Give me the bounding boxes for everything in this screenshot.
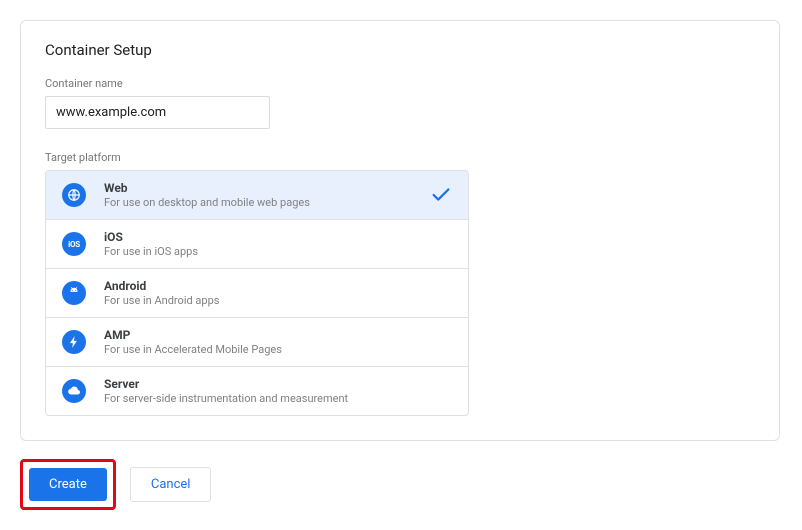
android-icon [62, 281, 86, 305]
target-platform-label: Target platform [45, 151, 755, 164]
platform-name: iOS [104, 230, 452, 244]
platform-desc: For use in iOS apps [104, 245, 452, 258]
container-setup-card: Container Setup Container name Target pl… [20, 20, 780, 441]
platform-option-android[interactable]: Android For use in Android apps [46, 268, 468, 317]
platform-name: Web [104, 181, 430, 195]
platform-desc: For use in Accelerated Mobile Pages [104, 343, 452, 356]
checkmark-icon [430, 184, 452, 206]
platform-desc: For use on desktop and mobile web pages [104, 196, 430, 209]
page-title: Container Setup [45, 41, 755, 59]
ios-icon: iOS [62, 232, 86, 256]
platform-desc: For server-side instrumentation and meas… [104, 392, 452, 405]
platform-option-web[interactable]: Web For use on desktop and mobile web pa… [46, 171, 468, 219]
create-button[interactable]: Create [29, 468, 107, 501]
platform-desc: For use in Android apps [104, 294, 452, 307]
container-name-label: Container name [45, 77, 755, 90]
platform-option-server[interactable]: Server For server-side instrumentation a… [46, 366, 468, 415]
container-name-input[interactable] [45, 96, 270, 129]
footer-actions: Create Cancel [20, 459, 782, 510]
create-button-highlight: Create [20, 459, 116, 510]
platform-list: Web For use on desktop and mobile web pa… [45, 170, 469, 416]
platform-name: Server [104, 377, 452, 391]
platform-name: AMP [104, 328, 452, 342]
platform-option-amp[interactable]: AMP For use in Accelerated Mobile Pages [46, 317, 468, 366]
platform-name: Android [104, 279, 452, 293]
cloud-icon [62, 379, 86, 403]
globe-icon [62, 183, 86, 207]
platform-option-ios[interactable]: iOS iOS For use in iOS apps [46, 219, 468, 268]
bolt-icon [62, 330, 86, 354]
cancel-button[interactable]: Cancel [130, 467, 212, 502]
